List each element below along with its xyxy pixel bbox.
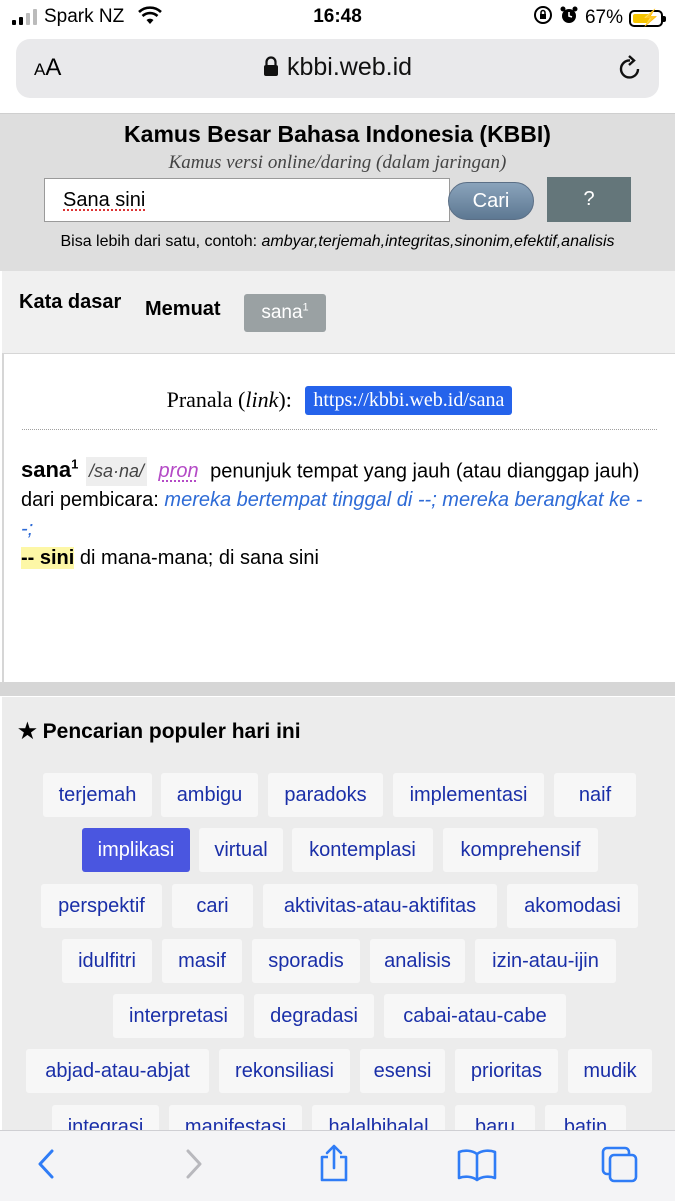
popular-item-kontemplasi[interactable]: kontemplasi	[292, 828, 433, 872]
help-button[interactable]: ?	[547, 177, 631, 222]
battery-percent: 67%	[584, 7, 623, 28]
site-subtitle: Kamus versi online/daring (dalam jaringa…	[168, 152, 507, 173]
tabs-icon[interactable]	[600, 1145, 640, 1190]
headword: sana1	[21, 457, 79, 483]
charging-icon: ⚡	[640, 9, 660, 27]
popular-item-analisis[interactable]: analisis	[370, 939, 465, 983]
popular-item-terjemah[interactable]: terjemah	[43, 773, 152, 817]
popular-item-virtual[interactable]: virtual	[199, 828, 283, 872]
popular-item-naif[interactable]: naif	[554, 773, 636, 817]
bookmarks-icon[interactable]	[456, 1146, 498, 1187]
tab-memuat[interactable]: Memuat	[145, 298, 221, 321]
popular-item-aktivitas-atau-aktifitas[interactable]: aktivitas-atau-aktifitas	[263, 884, 497, 928]
popular-item-implementasi[interactable]: implementasi	[393, 773, 544, 817]
search-input[interactable]	[44, 178, 450, 222]
result-panel: Pranala (link): https://kbbi.web.id/sana…	[2, 354, 675, 682]
popular-item-perspektif[interactable]: perspektif	[41, 884, 162, 928]
browser-toolbar	[0, 1130, 675, 1201]
pranala-row: Pranala (link): https://kbbi.web.id/sana	[4, 386, 675, 415]
star-icon: ★	[18, 720, 37, 743]
popular-item-implikasi[interactable]: implikasi	[82, 828, 190, 872]
search-hint: Bisa lebih dari satu, contoh: ambyar,ter…	[60, 233, 615, 250]
orientation-lock-icon	[533, 5, 553, 31]
popular-item-batin[interactable]: batin	[545, 1105, 626, 1130]
popular-item-idulfitri[interactable]: idulfitri	[62, 939, 152, 983]
popular-item-halalbihalal[interactable]: halalbihalal	[312, 1105, 445, 1130]
result-tabs: Kata dasar Memuat sana1	[2, 271, 675, 354]
popular-item-komprehensif[interactable]: komprehensif	[443, 828, 598, 872]
popular-item-izin-atau-ijin[interactable]: izin-atau-ijin	[475, 939, 616, 983]
popular-item-sporadis[interactable]: sporadis	[252, 939, 360, 983]
popular-title: ★ Pencarian populer hari ini	[18, 720, 301, 743]
status-bar: Spark NZ 16:48 67% ⚡	[0, 0, 675, 34]
search-button[interactable]: Cari	[448, 182, 534, 220]
lock-icon	[263, 55, 279, 84]
alarm-icon	[559, 5, 579, 31]
forward-icon[interactable]	[176, 1147, 210, 1186]
pranala-link[interactable]: https://kbbi.web.id/sana	[305, 386, 513, 415]
popular-item-baru[interactable]: baru	[455, 1105, 535, 1130]
popular-item-ambigu[interactable]: ambigu	[161, 773, 258, 817]
part-of-speech[interactable]: pron	[159, 460, 199, 482]
popular-item-degradasi[interactable]: degradasi	[254, 994, 374, 1038]
search-hint-examples: ambyar,terjemah,integritas,sinonim,efekt…	[261, 233, 615, 250]
popular-item-prioritas[interactable]: prioritas	[455, 1049, 558, 1093]
popular-item-cari[interactable]: cari	[172, 884, 253, 928]
battery-icon: ⚡	[629, 9, 666, 27]
popular-item-rekonsiliasi[interactable]: rekonsiliasi	[219, 1049, 350, 1093]
section-divider	[0, 682, 675, 696]
popular-item-interpretasi[interactable]: interpretasi	[113, 994, 244, 1038]
share-icon[interactable]	[316, 1143, 352, 1188]
back-icon[interactable]	[30, 1147, 64, 1186]
popular-item-abjad-atau-abjat[interactable]: abjad-atau-abjat	[26, 1049, 209, 1093]
reload-icon[interactable]	[617, 54, 643, 87]
url-domain: kbbi.web.id	[286, 53, 413, 81]
popular-searches: ★ Pencarian populer hari ini terjemah amb…	[2, 697, 675, 1130]
popular-item-akomodasi[interactable]: akomodasi	[507, 884, 638, 928]
pronunciation: /sa·na/	[85, 457, 147, 487]
popular-item-mudik[interactable]: mudik	[568, 1049, 652, 1093]
site-header: Kamus Besar Bahasa Indonesia (KBBI) Kamu…	[0, 113, 675, 271]
subentry-term: -- sini	[21, 547, 75, 570]
subentry-definition: di mana-mana; di sana sini	[79, 547, 319, 570]
popular-item-esensi[interactable]: esensi	[360, 1049, 445, 1093]
popular-item-paradoks[interactable]: paradoks	[268, 773, 383, 817]
tab-kata-dasar[interactable]: Kata dasar	[19, 291, 121, 314]
popular-item-integrasi[interactable]: integrasi	[52, 1105, 159, 1130]
popular-item-cabai-atau-cabe[interactable]: cabai-atau-cabe	[384, 994, 566, 1038]
url-display[interactable]: kbbi.web.id	[16, 53, 659, 84]
divider	[22, 429, 657, 430]
popular-item-masif[interactable]: masif	[162, 939, 242, 983]
site-title: Kamus Besar Bahasa Indonesia (KBBI)	[124, 121, 551, 147]
address-bar[interactable]: AA kbbi.web.id	[16, 39, 659, 98]
dictionary-entry: sana1 /sa·na/ pron penunjuk tempat yang …	[21, 450, 651, 573]
word-chip-sana[interactable]: sana1	[244, 294, 326, 332]
popular-item-manifestasi[interactable]: manifestasi	[169, 1105, 302, 1130]
